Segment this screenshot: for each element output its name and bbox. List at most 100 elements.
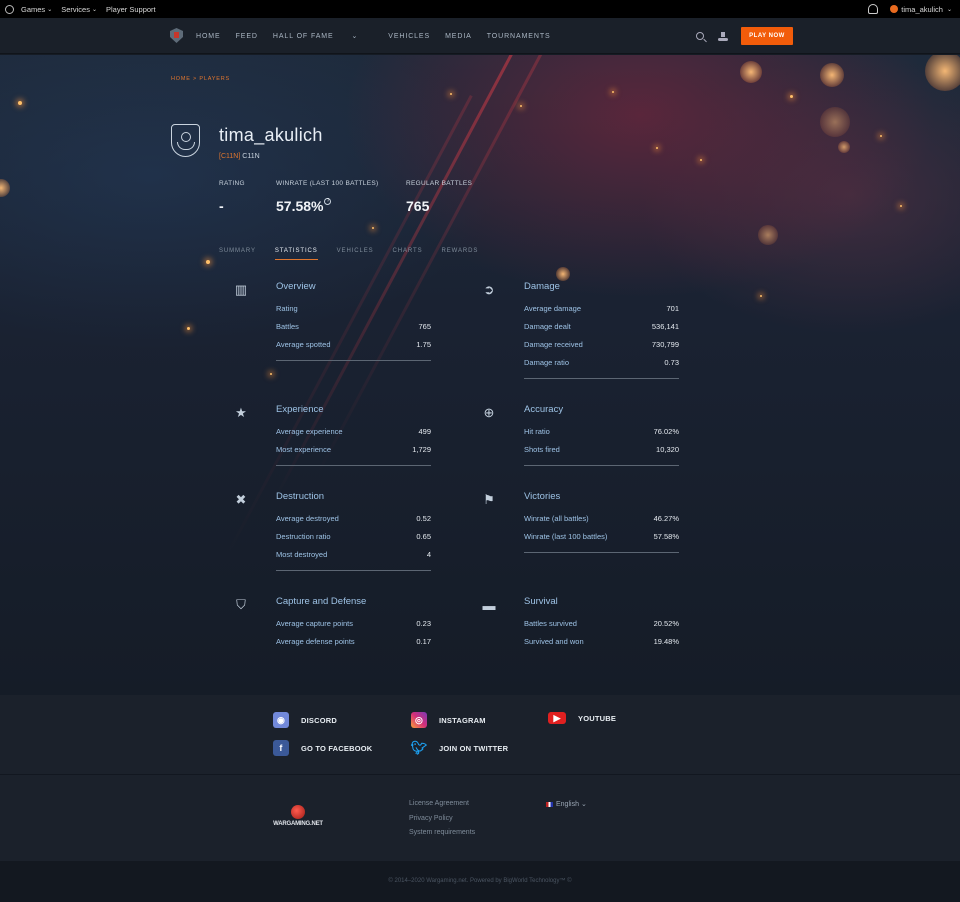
- games-menu[interactable]: Games ⌄: [21, 5, 52, 14]
- stat-value: 76.02%: [653, 427, 679, 436]
- stat-row: Battles 765: [276, 318, 431, 336]
- stat-row: Damage dealt 536,141: [524, 318, 679, 336]
- search-icon[interactable]: [696, 32, 704, 40]
- info-icon[interactable]: ?: [324, 198, 332, 205]
- stat-block-title: Victories: [524, 491, 561, 502]
- stat-block-title: Overview: [276, 281, 316, 292]
- stat-row: Hit ratio 76.02%: [524, 423, 679, 441]
- uk-flag-icon: [546, 801, 553, 807]
- stat-label: Damage received: [524, 340, 583, 349]
- player-name: tima_akulich: [219, 125, 323, 145]
- divider: [276, 360, 431, 361]
- stat-label: Damage dealt: [524, 322, 571, 331]
- privacy-policy-link[interactable]: Privacy Policy: [409, 815, 475, 830]
- download-icon[interactable]: [718, 31, 728, 41]
- stat-value: 19.48%: [653, 637, 679, 646]
- license-agreement-link[interactable]: License Agreement: [409, 800, 475, 815]
- player-emblem-icon: [171, 124, 200, 157]
- social-links-band: [0, 695, 960, 775]
- profile-tabs: SUMMARY STATISTICS VEHICLES CHARTS REWAR…: [219, 248, 497, 260]
- clan-tag: [C11N]: [219, 153, 241, 160]
- wargaming-footer-logo[interactable]: WARGAMING.NET: [272, 805, 324, 827]
- stat-value: 730,799: [651, 340, 679, 349]
- tab-rewards[interactable]: REWARDS: [442, 248, 479, 260]
- stat-label: Survived and won: [524, 637, 584, 646]
- language-selector[interactable]: English ⌄: [546, 800, 587, 808]
- stat-block-title: Capture and Defense: [276, 596, 367, 607]
- services-menu[interactable]: Services ⌄: [61, 5, 97, 14]
- stat-rows: Average damage 701 Damage dealt 536,141 Dama…: [524, 300, 679, 379]
- battles-kpi: REGULAR BATTLES 765: [406, 180, 472, 214]
- battles-value: 765: [406, 198, 430, 214]
- stat-row: Rating: [276, 300, 431, 318]
- stat-row: Average experience 499: [276, 423, 431, 441]
- tab-statistics[interactable]: STATISTICS: [274, 248, 318, 260]
- divider: [276, 465, 431, 466]
- wargaming-logo-icon[interactable]: [5, 4, 14, 14]
- stat-block-title: Damage: [524, 281, 560, 292]
- stat-label: Most destroyed: [276, 550, 328, 559]
- system-requirements-link[interactable]: System requirements: [409, 829, 475, 844]
- nav-feed[interactable]: FEED: [236, 33, 258, 40]
- stat-rows: Average destroyed 0.52 Destruction ratio 0.…: [276, 510, 431, 571]
- clan-info[interactable]: [C11N] C11N: [219, 153, 260, 160]
- nav-tournaments[interactable]: TOURNAMENTS: [487, 33, 551, 40]
- shell-icon: ➲: [483, 282, 495, 297]
- game-logo-icon[interactable]: [170, 28, 183, 43]
- stat-value: 0.17: [416, 637, 431, 646]
- winrate-value: 57.58%: [276, 198, 324, 214]
- stat-value: 0.73: [664, 358, 679, 367]
- stat-label: Battles: [276, 322, 299, 331]
- stat-row: Average defense points 0.17: [276, 633, 431, 651]
- stat-row: Destruction ratio 0.65: [276, 528, 431, 546]
- stat-label: Shots fired: [524, 445, 560, 454]
- chevron-down-icon: ⌄: [47, 6, 53, 13]
- stat-rows: Hit ratio 76.02% Shots fired 10,320: [524, 423, 679, 466]
- nav-hall-of-fame[interactable]: HALL OF FAME ⌄: [273, 32, 373, 40]
- stat-label: Winrate (all battles): [524, 514, 589, 523]
- stat-value: 499: [418, 427, 431, 436]
- stat-row: Damage ratio 0.73: [524, 354, 679, 372]
- notification-bell-icon[interactable]: [868, 4, 879, 14]
- youtube-link[interactable]: ▶ YOUTUBE: [548, 712, 616, 724]
- stat-value: 701: [666, 304, 679, 313]
- nav-vehicles[interactable]: VEHICLES: [388, 33, 430, 40]
- stat-value: 0.52: [416, 514, 431, 523]
- stat-label: Battles survived: [524, 619, 577, 628]
- stat-rows: Rating Battles 765 Average spotted 1.75: [276, 300, 431, 361]
- twitter-link[interactable]: 🐦︎ JOIN ON TWITTER: [411, 740, 508, 756]
- stat-row: Average destroyed 0.52: [276, 510, 431, 528]
- copyright-text: © 2014–2020 Wargaming.net. Powered by Bi…: [388, 878, 572, 884]
- stat-row: Average capture points 0.23: [276, 615, 431, 633]
- stat-row: Most destroyed 4: [276, 546, 431, 564]
- tab-summary[interactable]: SUMMARY: [219, 248, 256, 260]
- rating-value: -: [219, 198, 224, 214]
- username-menu[interactable]: tima_akulich: [901, 5, 943, 14]
- stat-value: 4: [426, 550, 431, 559]
- tank-icon: ▬: [482, 597, 496, 613]
- divider: [524, 552, 679, 553]
- stat-row: Average damage 701: [524, 300, 679, 318]
- instagram-link[interactable]: ◎ INSTAGRAM: [411, 712, 486, 728]
- tab-charts[interactable]: CHARTS: [393, 248, 423, 260]
- nav-media[interactable]: MEDIA: [445, 33, 472, 40]
- twitter-icon: 🐦︎: [410, 740, 428, 755]
- facebook-link[interactable]: f GO TO FACEBOOK: [273, 740, 372, 756]
- stat-block-title: Accuracy: [524, 404, 564, 415]
- stat-label: Average destroyed: [276, 514, 339, 523]
- player-support-link[interactable]: Player Support: [106, 5, 156, 14]
- tab-vehicles[interactable]: VEHICLES: [337, 248, 374, 260]
- stat-value: 10,320: [656, 445, 679, 454]
- instagram-icon: ◎: [411, 712, 427, 728]
- play-now-button[interactable]: PLAY NOW: [741, 27, 793, 45]
- stat-label: Average defense points: [276, 637, 355, 646]
- stat-row: Winrate (all battles) 46.27%: [524, 510, 679, 528]
- breadcrumb[interactable]: HOME > PLAYERS: [171, 76, 230, 82]
- user-avatar-icon: [890, 5, 899, 13]
- stat-row: Winrate (last 100 battles) 57.58%: [524, 528, 679, 546]
- battles-label: REGULAR BATTLES: [406, 180, 473, 187]
- nav-home[interactable]: HOME: [196, 33, 221, 40]
- stat-label: Rating: [276, 304, 298, 313]
- legal-band: [0, 775, 960, 861]
- discord-link[interactable]: ◉ DISCORD: [273, 712, 337, 728]
